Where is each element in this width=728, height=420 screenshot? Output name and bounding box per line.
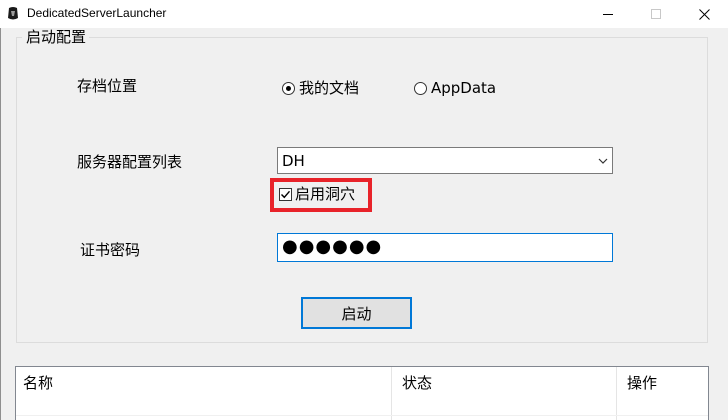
config-group-title: 启动配置 bbox=[22, 28, 90, 46]
minimize-button[interactable] bbox=[586, 0, 630, 28]
checkmark-icon bbox=[281, 190, 291, 198]
enable-caves-box[interactable] bbox=[279, 187, 292, 201]
close-icon bbox=[698, 8, 710, 20]
minimize-icon bbox=[603, 13, 613, 15]
title-bar[interactable]: DedicatedServerLauncher bbox=[0, 0, 728, 28]
cert-password-label: 证书密码 bbox=[80, 241, 141, 259]
radio-my-documents[interactable]: 我的文档 bbox=[282, 79, 359, 97]
column-header-name[interactable]: 名称 bbox=[23, 367, 53, 400]
enable-caves-checkbox[interactable]: 启用洞穴 bbox=[279, 185, 355, 203]
enable-caves-label[interactable]: 启用洞穴 bbox=[295, 185, 355, 203]
close-button[interactable] bbox=[682, 0, 726, 28]
maximize-button[interactable] bbox=[634, 0, 678, 28]
app-icon bbox=[8, 7, 18, 20]
server-list[interactable]: 名称 状态 操作 bbox=[15, 366, 709, 420]
column-separator[interactable] bbox=[616, 367, 617, 420]
chevron-down-icon[interactable] bbox=[598, 156, 608, 166]
radio-selected-dot bbox=[286, 85, 291, 91]
save-location-label: 存档位置 bbox=[77, 77, 138, 95]
radio-appdata[interactable]: AppData bbox=[414, 79, 496, 97]
radio-appdata-circle[interactable] bbox=[414, 81, 427, 95]
row-separator bbox=[16, 415, 708, 416]
server-config-label: 服务器配置列表 bbox=[77, 153, 183, 171]
server-config-dropdown[interactable]: DH bbox=[277, 147, 613, 174]
server-config-value: DH bbox=[282, 152, 305, 170]
start-button[interactable]: 启动 bbox=[301, 297, 412, 329]
maximize-icon bbox=[651, 9, 661, 19]
column-separator[interactable] bbox=[391, 367, 392, 420]
window-edge bbox=[0, 28, 1, 420]
radio-my-documents-label[interactable]: 我的文档 bbox=[299, 79, 359, 97]
column-header-action[interactable]: 操作 bbox=[627, 367, 657, 400]
radio-appdata-label[interactable]: AppData bbox=[431, 79, 496, 97]
cert-password-input[interactable]: ●●●●●● bbox=[277, 233, 613, 262]
column-header-status[interactable]: 状态 bbox=[402, 367, 432, 400]
window-title: DedicatedServerLauncher bbox=[27, 6, 167, 20]
radio-my-documents-circle[interactable] bbox=[282, 81, 295, 95]
